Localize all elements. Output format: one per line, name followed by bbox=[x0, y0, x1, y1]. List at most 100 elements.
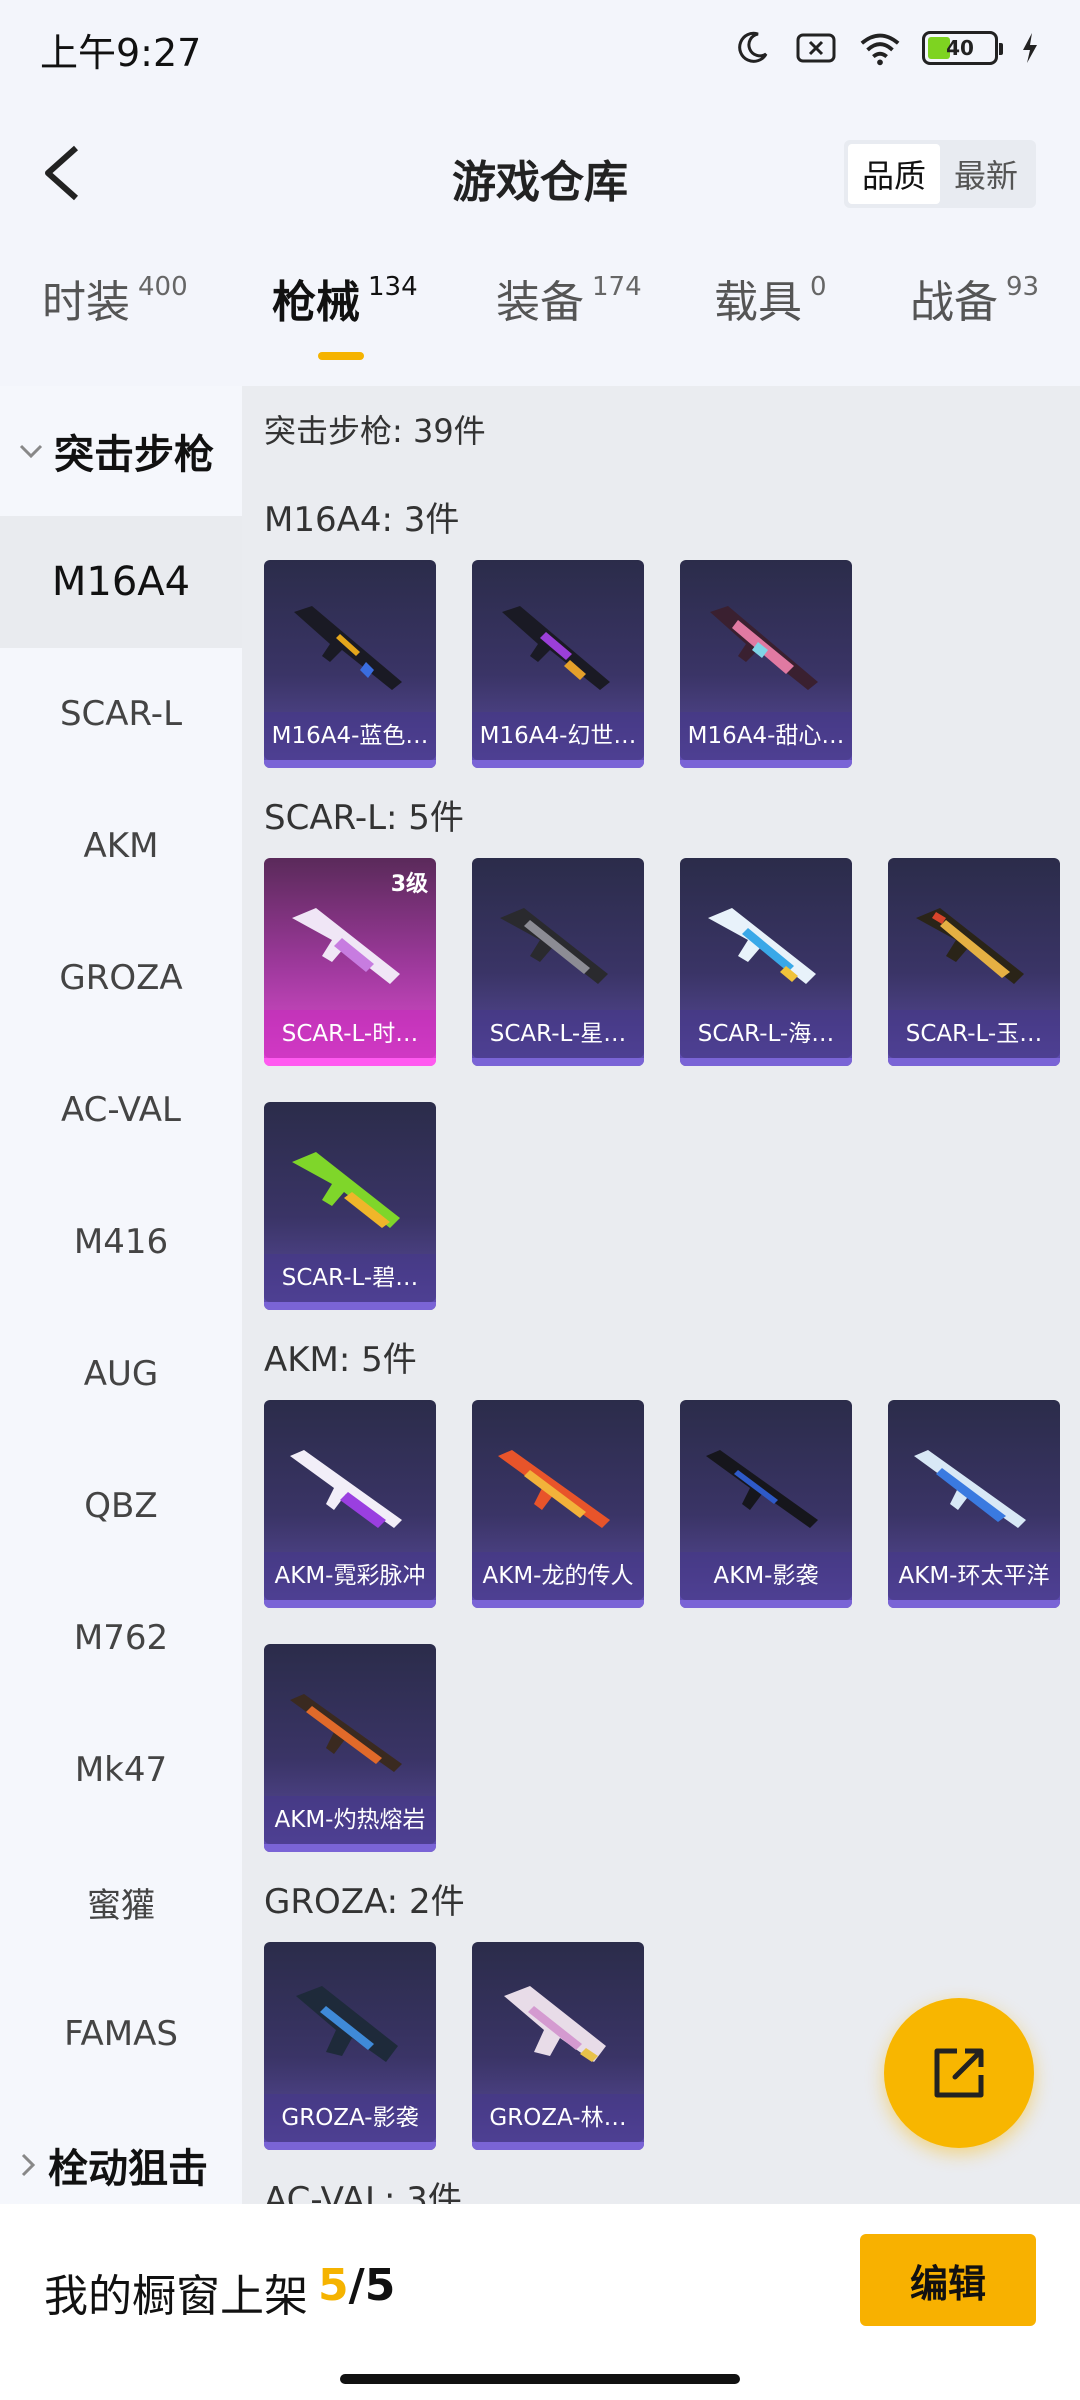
edit-button[interactable]: 编辑 bbox=[860, 2234, 1036, 2326]
weapon-name: GROZA-影袭 bbox=[264, 2094, 436, 2142]
sidebar-item-scar-l[interactable]: SCAR-L bbox=[0, 648, 242, 780]
sidebar-group-assault-rifle[interactable]: 突击步枪 bbox=[0, 386, 242, 516]
weapon-name: AKM-龙的传人 bbox=[472, 1552, 644, 1600]
tab-equipment[interactable]: 装备 174 bbox=[496, 266, 642, 330]
rifle-icon bbox=[706, 1450, 818, 1528]
rifle-icon bbox=[504, 1986, 606, 2062]
sidebar-group-label: 突击步枪 bbox=[54, 432, 214, 478]
category-tabs: 时装 400 枪械 134 装备 174 载具 0 战备 93 bbox=[0, 266, 1080, 366]
charging-icon bbox=[1018, 28, 1042, 68]
weapon-card[interactable]: SCAR-L-海… bbox=[680, 858, 852, 1066]
weapon-card[interactable]: AKM-霓彩脉冲 bbox=[264, 1400, 436, 1608]
rifle-icon bbox=[290, 1694, 402, 1772]
sidebar-item-ac-val[interactable]: AC-VAL bbox=[0, 1044, 242, 1176]
sidebar-item-famas[interactable]: FAMAS bbox=[0, 1968, 242, 2100]
weapon-card[interactable]: AKM-灼热熔岩 bbox=[264, 1644, 436, 1852]
rifle-icon bbox=[710, 606, 818, 690]
weapon-name: SCAR-L-玉… bbox=[888, 1010, 1060, 1058]
section-title-akm: AKM: 5件 bbox=[264, 1340, 417, 1380]
home-indicator[interactable] bbox=[340, 2374, 740, 2384]
rifle-icon bbox=[500, 908, 608, 984]
weapon-name: SCAR-L-海… bbox=[680, 1010, 852, 1058]
sort-quality-button[interactable]: 品质 bbox=[848, 144, 940, 204]
sidebar-item-m416[interactable]: M416 bbox=[0, 1176, 242, 1308]
tab-label: 枪械 bbox=[272, 277, 360, 328]
wifi-icon bbox=[858, 28, 902, 68]
share-icon bbox=[934, 2048, 984, 2098]
weapon-name: AKM-环太平洋 bbox=[888, 1552, 1060, 1600]
weapon-card[interactable]: AKM-环太平洋 bbox=[888, 1400, 1060, 1608]
weapon-name: AKM-霓彩脉冲 bbox=[264, 1552, 436, 1600]
showcase-label: 我的橱窗上架 bbox=[44, 2271, 308, 2322]
sort-newest-button[interactable]: 最新 bbox=[940, 144, 1032, 204]
sidebar-group-label: 栓动狙击 bbox=[48, 2146, 208, 2192]
tab-count: 400 bbox=[138, 272, 188, 302]
sidebar-item-honey-badger[interactable]: 蜜獾 bbox=[0, 1836, 242, 1968]
back-button[interactable] bbox=[28, 138, 98, 208]
weapon-content: 突击步枪: 39件 M16A4: 3件 M16A4-蓝色… M16A4-幻世… … bbox=[242, 386, 1080, 2204]
rifle-icon bbox=[498, 1450, 610, 1528]
tab-fashion[interactable]: 时装 400 bbox=[42, 266, 188, 330]
tab-count: 134 bbox=[368, 272, 418, 302]
rifle-icon bbox=[294, 606, 402, 690]
tab-vehicles[interactable]: 载具 0 bbox=[714, 266, 827, 330]
sidebar-item-qbz[interactable]: QBZ bbox=[0, 1440, 242, 1572]
tab-label: 载具 bbox=[714, 277, 802, 328]
tab-count: 93 bbox=[1006, 272, 1040, 302]
tab-label: 时装 bbox=[42, 277, 130, 328]
weapon-card[interactable]: M16A4-蓝色… bbox=[264, 560, 436, 768]
sidebar-item-mk47[interactable]: Mk47 bbox=[0, 1704, 242, 1836]
weapon-card[interactable]: GROZA-林… bbox=[472, 1942, 644, 2150]
tab-active-indicator bbox=[318, 352, 364, 360]
status-icons: 40 bbox=[730, 28, 1042, 68]
weapon-card[interactable]: SCAR-L-星… bbox=[472, 858, 644, 1066]
share-button[interactable] bbox=[884, 1998, 1034, 2148]
header: 游戏仓库 品质 最新 bbox=[0, 120, 1080, 230]
showcase-max: 5 bbox=[364, 2260, 396, 2311]
bottom-bar: 我的橱窗上架 5/5 编辑 bbox=[0, 2204, 1080, 2400]
rifle-icon bbox=[292, 908, 400, 984]
showcase-current: 5 bbox=[318, 2260, 349, 2311]
section-title-m16a4: M16A4: 3件 bbox=[264, 500, 460, 540]
weapon-name: GROZA-林… bbox=[472, 2094, 644, 2142]
sidebar-item-groza[interactable]: GROZA bbox=[0, 912, 242, 1044]
tab-label: 战备 bbox=[910, 277, 998, 328]
sidebar-group-bolt-sniper[interactable]: 栓动狙击 bbox=[0, 2100, 242, 2204]
chevron-right-icon bbox=[21, 2153, 36, 2177]
weapon-card[interactable]: SCAR-L-玉… bbox=[888, 858, 1060, 1066]
sidebar-item-m16a4[interactable]: M16A4 bbox=[0, 516, 242, 648]
sim-blocked-icon bbox=[794, 28, 838, 68]
weapon-name: AKM-灼热熔岩 bbox=[264, 1796, 436, 1844]
tab-guns[interactable]: 枪械 134 bbox=[272, 266, 418, 330]
weapon-level-badge: 3级 bbox=[390, 872, 428, 897]
chevron-down-icon bbox=[19, 444, 43, 459]
rifle-icon bbox=[708, 908, 816, 984]
tab-label: 装备 bbox=[496, 277, 584, 328]
rifle-icon bbox=[914, 1450, 1026, 1528]
weapon-card[interactable]: GROZA-影袭 bbox=[264, 1942, 436, 2150]
weapon-card[interactable]: AKM-影袭 bbox=[680, 1400, 852, 1608]
status-bar: 上午9:27 40 bbox=[0, 0, 1080, 96]
category-summary: 突击步枪: 39件 bbox=[264, 412, 486, 450]
weapon-name: M16A4-蓝色… bbox=[264, 712, 436, 760]
weapon-card[interactable]: M16A4-幻世… bbox=[472, 560, 644, 768]
showcase-count: 5/5 bbox=[318, 2260, 395, 2311]
tab-gear[interactable]: 战备 93 bbox=[910, 266, 1039, 330]
weapon-card[interactable]: M16A4-甜心… bbox=[680, 560, 852, 768]
weapon-card[interactable]: 3级 SCAR-L-时… bbox=[264, 858, 436, 1066]
sidebar-item-akm[interactable]: AKM bbox=[0, 780, 242, 912]
sidebar-item-m762[interactable]: M762 bbox=[0, 1572, 242, 1704]
weapon-sidebar: 突击步枪 M16A4 SCAR-L AKM GROZA AC-VAL M416 … bbox=[0, 386, 242, 2204]
tab-count: 0 bbox=[810, 272, 827, 302]
weapon-name: SCAR-L-碧… bbox=[264, 1254, 436, 1302]
moon-icon bbox=[730, 28, 774, 68]
weapon-name: AKM-影袭 bbox=[680, 1552, 852, 1600]
weapon-name: M16A4-甜心… bbox=[680, 712, 852, 760]
sidebar-item-aug[interactable]: AUG bbox=[0, 1308, 242, 1440]
weapon-card[interactable]: SCAR-L-碧… bbox=[264, 1102, 436, 1310]
weapon-card[interactable]: AKM-龙的传人 bbox=[472, 1400, 644, 1608]
tab-count: 174 bbox=[592, 272, 642, 302]
rifle-icon bbox=[290, 1450, 402, 1528]
rifle-icon bbox=[502, 606, 610, 690]
battery-icon: 40 bbox=[922, 31, 1003, 65]
